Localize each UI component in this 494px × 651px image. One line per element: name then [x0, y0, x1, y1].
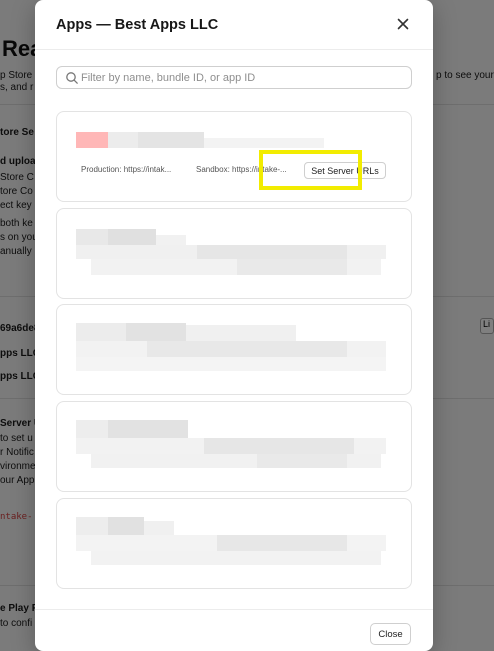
search-icon: [65, 71, 79, 85]
search-box[interactable]: [56, 66, 412, 89]
redacted-app-icon: [76, 132, 108, 148]
app-card[interactable]: [56, 304, 412, 395]
production-url: Production: https://intak...: [81, 165, 172, 174]
sandbox-url: Sandbox: https://intake-...: [196, 165, 287, 174]
modal-header: Apps — Best Apps LLC: [35, 0, 433, 50]
apps-modal: Apps — Best Apps LLC Production: https:/…: [35, 0, 433, 651]
search-input[interactable]: [81, 69, 407, 87]
modal-footer: Close: [35, 609, 433, 651]
set-server-urls-button[interactable]: Set Server URLs: [304, 162, 386, 179]
app-card[interactable]: [56, 401, 412, 492]
app-card[interactable]: [56, 208, 412, 299]
close-icon[interactable]: [393, 14, 413, 34]
app-card[interactable]: [56, 498, 412, 589]
close-button[interactable]: Close: [370, 623, 411, 645]
app-card[interactable]: Production: https://intak... Sandbox: ht…: [56, 111, 412, 202]
modal-title: Apps — Best Apps LLC: [56, 17, 219, 33]
